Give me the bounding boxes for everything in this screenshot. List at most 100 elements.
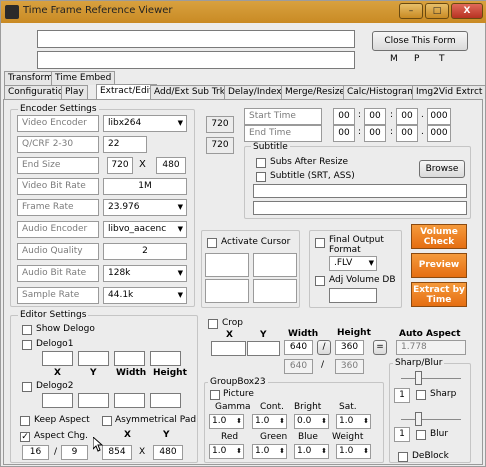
tab-delay-index[interactable]: Delay/Index	[224, 85, 286, 99]
delogo2-height-input[interactable]	[150, 393, 181, 408]
delogo-width-input[interactable]	[114, 351, 145, 366]
aspect-a-input[interactable]: 16	[22, 445, 49, 460]
end-hours-input[interactable]: 00	[333, 125, 355, 142]
window-title: Time Frame Reference Viewer	[23, 5, 173, 16]
crop-checkbox[interactable]	[208, 319, 218, 329]
crop-equals-button[interactable]: =	[373, 340, 387, 355]
green-spinner[interactable]: 1.0 ⬍	[252, 444, 287, 459]
tab-extract-edit[interactable]: Extract/Edit	[96, 84, 157, 99]
tab-play[interactable]: Play	[61, 85, 88, 99]
red-spinner[interactable]: 1.0 ⬍	[209, 444, 244, 459]
weight-spinner[interactable]: 1.0 ⬍	[336, 444, 371, 459]
contrast-spinner[interactable]: 1.0 ⬍	[252, 414, 287, 429]
picture-checkbox[interactable]	[210, 390, 220, 400]
frame-rate-label: Frame Rate	[17, 199, 99, 216]
tab-add-ext-sub-trk[interactable]: Add/Ext Sub Trk	[150, 85, 229, 99]
audio-bitrate-value: 128k	[108, 268, 131, 278]
minimize-button[interactable]: –	[399, 3, 423, 19]
weight-label: Weight	[332, 432, 364, 442]
sharp-value-input[interactable]: 1	[394, 388, 410, 403]
start-seconds-input[interactable]: 00	[396, 108, 418, 125]
blur-slider-handle[interactable]	[415, 412, 422, 426]
subtitle-path-field-2[interactable]	[253, 201, 467, 215]
tab-img2vid-extrct[interactable]: Img2Vid Extrct	[412, 85, 486, 99]
crop-y-input[interactable]	[247, 341, 280, 356]
crop-height-input[interactable]: 360	[335, 340, 364, 355]
bright-spinner[interactable]: 0.0 ⬍	[294, 414, 329, 429]
resize-width-input[interactable]: 854	[102, 445, 132, 460]
extract-by-time-button[interactable]: Extract by Time	[411, 282, 467, 307]
red-value: 1.0	[212, 446, 227, 456]
blur-checkbox[interactable]	[416, 430, 426, 440]
subtitle-srt-checkbox[interactable]	[256, 172, 266, 182]
browse-button[interactable]: Browse	[419, 160, 465, 178]
keep-aspect-checkbox[interactable]	[20, 416, 30, 426]
sharp-checkbox[interactable]	[416, 390, 426, 400]
top-text-field-1[interactable]	[37, 30, 355, 48]
delogo-height-input[interactable]	[150, 351, 181, 366]
crop-width-input[interactable]: 640	[284, 340, 313, 355]
delogo-y-input[interactable]	[78, 351, 109, 366]
cursor-cell-4	[253, 279, 297, 303]
subtitle-path-field-1[interactable]	[253, 184, 467, 198]
close-this-form-button[interactable]: Close This Form	[372, 31, 468, 51]
sample-rate-select[interactable]: 44.1k ▼	[103, 287, 187, 304]
audio-quality-input[interactable]: 2	[103, 243, 187, 260]
video-bitrate-input[interactable]: 1M	[103, 178, 187, 195]
delogo2-width-input[interactable]	[114, 393, 145, 408]
delogo2-y-input[interactable]	[78, 393, 109, 408]
preview-button[interactable]: Preview	[411, 253, 467, 278]
delogo1-checkbox[interactable]	[22, 340, 32, 350]
end-minutes-input[interactable]: 00	[364, 125, 386, 142]
crop-x-input[interactable]	[211, 341, 246, 356]
resize-height-input[interactable]: 480	[153, 445, 183, 460]
sharp-slider-handle[interactable]	[415, 371, 422, 385]
top-text-field-2[interactable]	[37, 51, 355, 69]
show-delogo-checkbox[interactable]	[22, 325, 32, 335]
activate-cursor-checkbox[interactable]	[207, 238, 217, 248]
tab-transform[interactable]: Transform	[4, 71, 57, 85]
start-ms-input[interactable]: 000	[427, 108, 451, 125]
close-window-button[interactable]: X	[451, 3, 483, 19]
audio-bitrate-select[interactable]: 128k ▼	[103, 265, 187, 282]
end-size-width-input[interactable]: 720	[107, 157, 133, 174]
green-value: 1.0	[255, 446, 270, 456]
end-size-height-input[interactable]: 480	[156, 157, 186, 174]
frame-rate-select[interactable]: 23.976 ▼	[103, 199, 187, 216]
gamma-spinner[interactable]: 1.0 ⬍	[209, 414, 244, 429]
video-encoder-select[interactable]: libx264 ▼	[103, 115, 187, 132]
keep-aspect-label: Keep Aspect	[34, 415, 90, 425]
adj-volume-input[interactable]	[329, 288, 377, 303]
start-minutes-input[interactable]: 00	[364, 108, 386, 125]
subs-after-resize-checkbox[interactable]	[256, 158, 266, 168]
end-seconds-input[interactable]: 00	[396, 125, 418, 142]
qcrf-input[interactable]: 22	[103, 136, 147, 153]
aspect-chg-label: Aspect Chg.	[34, 431, 88, 441]
picture-label: Picture	[223, 389, 254, 399]
final-output-format-select[interactable]: .FLV ▼	[329, 256, 377, 271]
asymmetrical-pad-checkbox[interactable]	[102, 416, 112, 426]
cursor-cell-2	[253, 253, 297, 277]
aspect-chg-checkbox[interactable]: ✓	[20, 432, 30, 442]
delogo2-checkbox[interactable]	[22, 382, 32, 392]
tab-merge-resize[interactable]: Merge/Resize	[281, 85, 349, 99]
final-output-checkbox[interactable]	[315, 238, 325, 248]
audio-encoder-select[interactable]: libvo_aacenc ▼	[103, 221, 187, 238]
start-hours-input[interactable]: 00	[333, 108, 355, 125]
volume-check-button[interactable]: Volume Check	[411, 224, 467, 249]
end-size-x-label: X	[139, 159, 146, 170]
end-ms-input[interactable]: 000	[427, 125, 451, 142]
maximize-button[interactable]: □	[425, 3, 449, 19]
dropdown-arrow-icon: ▼	[368, 259, 374, 267]
deblock-checkbox[interactable]	[398, 452, 408, 462]
aspect-b-input[interactable]: 9	[61, 445, 88, 460]
delogo2-x-input[interactable]	[42, 393, 73, 408]
tab-calc-histogram[interactable]: Calc/Histogram	[343, 85, 420, 99]
adj-volume-checkbox[interactable]	[315, 276, 325, 286]
sat-spinner[interactable]: 1.0 ⬍	[336, 414, 371, 429]
delogo-x-input[interactable]	[42, 351, 73, 366]
tab-time-embed[interactable]: Time Embed	[51, 71, 116, 85]
p-label: P	[414, 54, 420, 64]
blur-value-input[interactable]: 1	[394, 427, 410, 442]
blue-spinner[interactable]: 1.0 ⬍	[294, 444, 329, 459]
